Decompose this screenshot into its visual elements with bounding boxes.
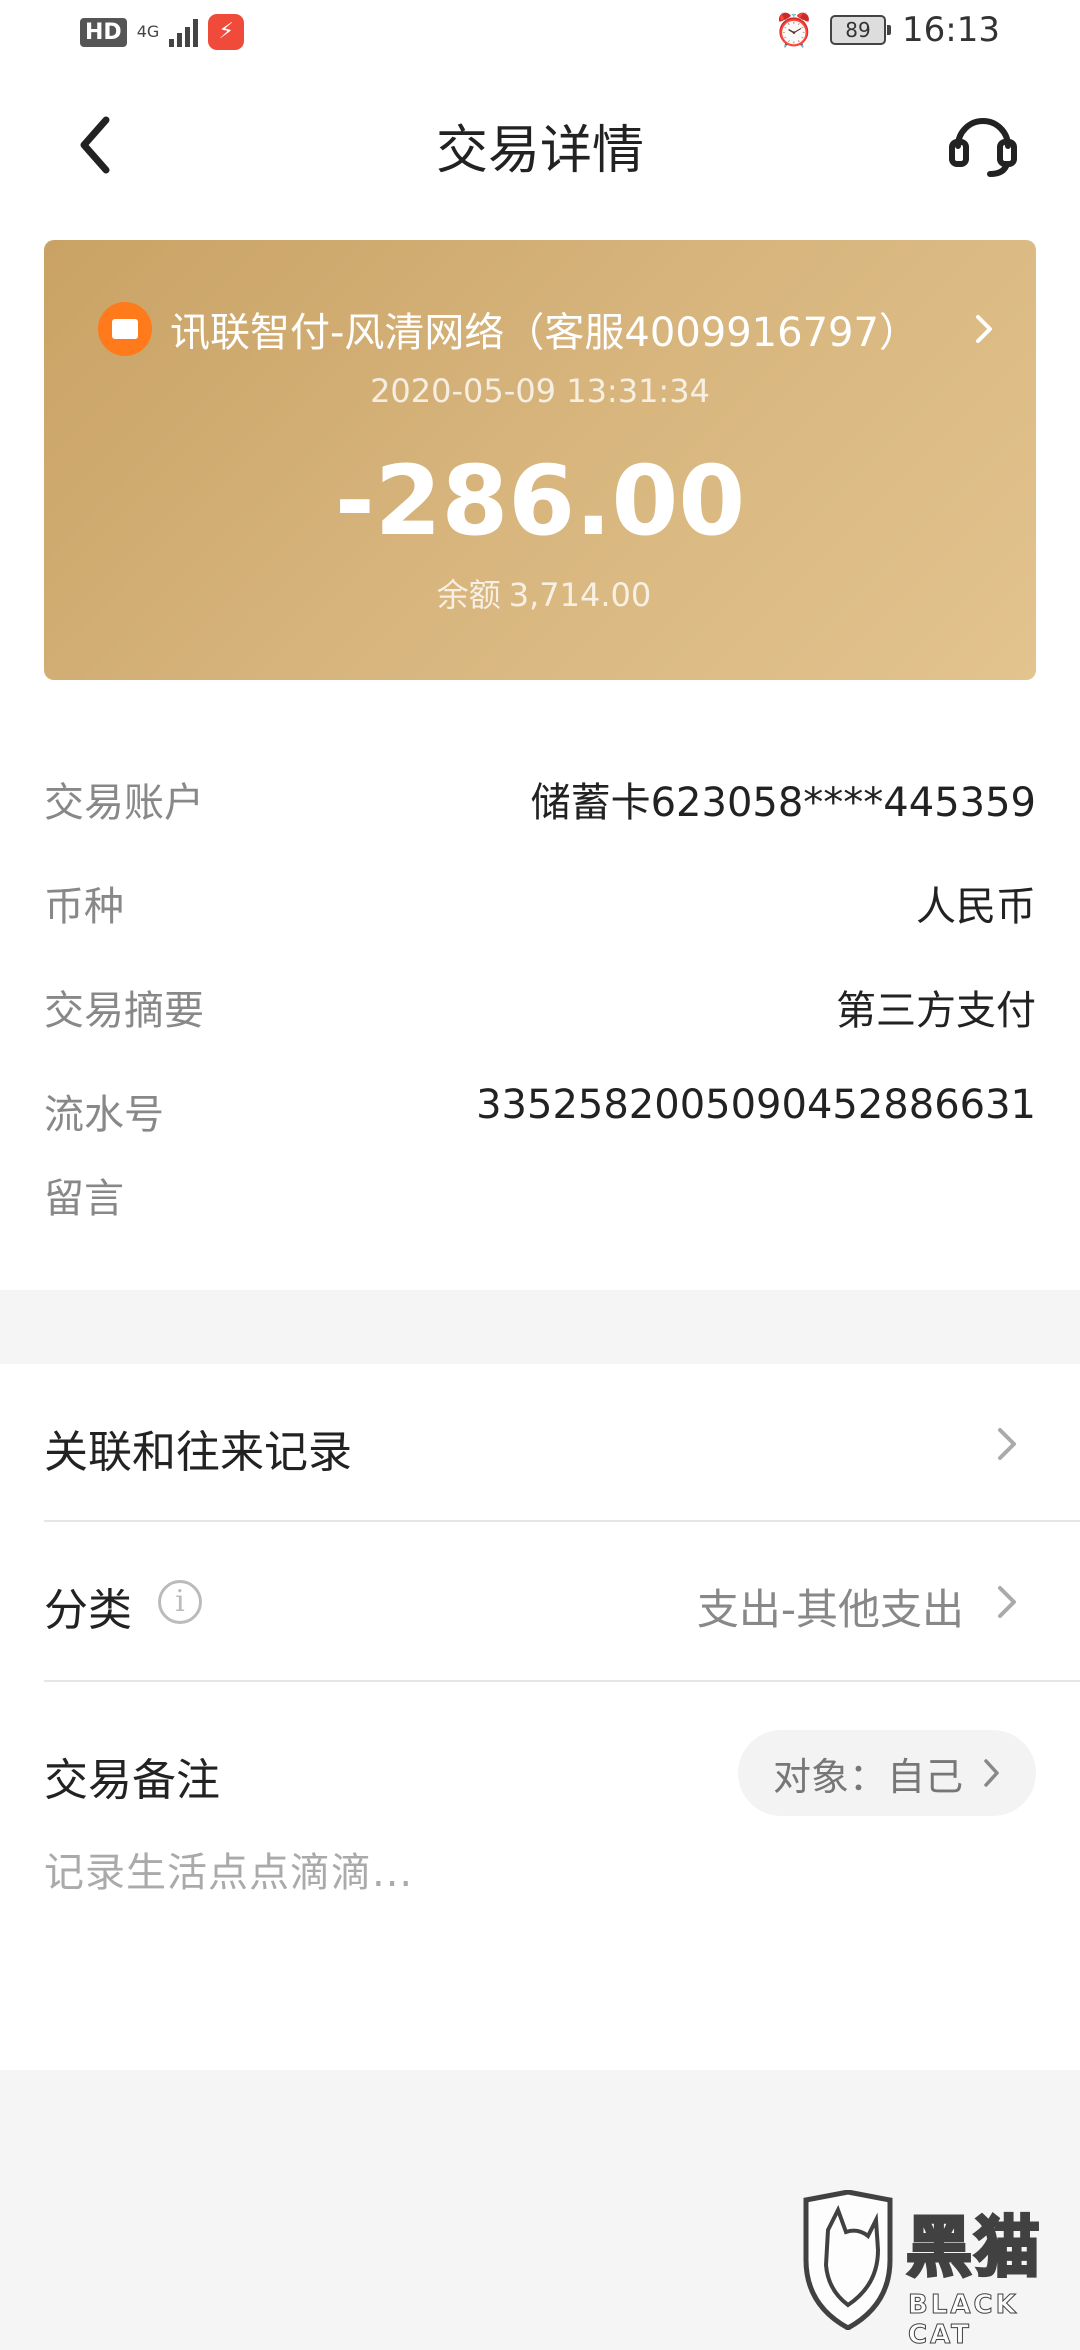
transaction-datetime: 2020-05-09 13:31:34 [370,372,710,410]
detail-row-account: 交易账户 储蓄卡623058****445359 [44,770,1036,874]
detail-value: 3352582005090452886631 [476,1082,1036,1128]
battery-icon: 89 [830,15,892,45]
actions-section: 关联和往来记录 分类 i 支出-其他支出 交易备注 对象：自己 记录生活点点滴滴… [0,1364,1080,2070]
app-notification-icon: ⚡ [208,14,245,50]
alarm-icon: ⏰ [774,11,815,49]
detail-label: 流水号 [44,1092,164,1138]
detail-row-currency: 币种 人民币 [44,874,1036,978]
detail-row-serial: 流水号 3352582005090452886631 [44,1082,1036,1166]
balance: 余额 3,714.00 [44,570,1036,616]
transaction-amount: -286.00 [334,445,746,557]
related-records-label: 关联和往来记录 [44,1427,352,1478]
chevron-right-icon [984,1759,999,1787]
transaction-card: 讯联智付-风清网络（客服4009916797） 2020-05-09 13:31… [44,240,1036,680]
detail-value: 人民币 [916,884,1036,930]
detail-label: 交易账户 [44,780,204,826]
page-title: 交易详情 [435,121,644,181]
watermark: 黑猫 BLACK CAT [798,2190,1074,2350]
watermark-cn: 黑猫 [905,2208,1042,2288]
detail-label: 交易摘要 [44,988,204,1034]
detail-value: 第三方支付 [836,988,1036,1034]
status-right: ⏰ 89 16:13 [774,10,1000,50]
related-records-row[interactable]: 关联和往来记录 [0,1364,1080,1520]
merchant-icon [98,302,152,356]
category-row[interactable]: 分类 i 支出-其他支出 [0,1522,1080,1680]
chevron-right-icon [998,1428,1016,1460]
target-label: 对象：自己 [772,1754,963,1799]
target-selector[interactable]: 对象：自己 [738,1730,1036,1816]
watermark-en: BLACK CAT [908,2290,1019,2350]
signal-icon [169,17,199,47]
merchant-link[interactable]: 讯联智付-风清网络（客服4009916797） [98,300,996,358]
chevron-right-icon [998,1586,1016,1618]
network-label: 4G [136,22,160,41]
detail-row-summary: 交易摘要 第三方支付 [44,978,1036,1082]
chevron-right-icon [976,315,992,343]
clock: 16:13 [902,10,1000,50]
detail-label: 币种 [44,884,124,930]
nav-bar: 交易详情 [0,72,1080,220]
detail-row-message: 留言 [44,1166,1036,1270]
balance-label: 余额 [436,576,501,614]
divider [44,1680,1080,1682]
remark-label: 交易备注 [44,1755,220,1806]
balance-value: 3,714.00 [508,576,652,614]
headset-icon[interactable] [946,108,1020,182]
detail-value: 储蓄卡623058****445359 [530,780,1036,826]
category-label: 分类 [44,1585,132,1636]
hd-badge: HD [80,17,127,47]
detail-list: 交易账户 储蓄卡623058****445359 币种 人民币 交易摘要 第三方… [44,770,1036,1270]
merchant-name: 讯联智付-风清网络（客服4009916797） [170,310,919,356]
status-left: HD 4G ⚡ [80,14,245,50]
status-bar: HD 4G ⚡ ⏰ 89 16:13 [0,0,1080,72]
remark-input[interactable]: 记录生活点点滴滴... [44,1840,413,1898]
detail-label: 留言 [44,1176,124,1222]
cat-shield-icon [803,2190,893,2330]
info-icon[interactable]: i [158,1580,202,1624]
category-value: 支出-其他支出 [696,1585,964,1634]
